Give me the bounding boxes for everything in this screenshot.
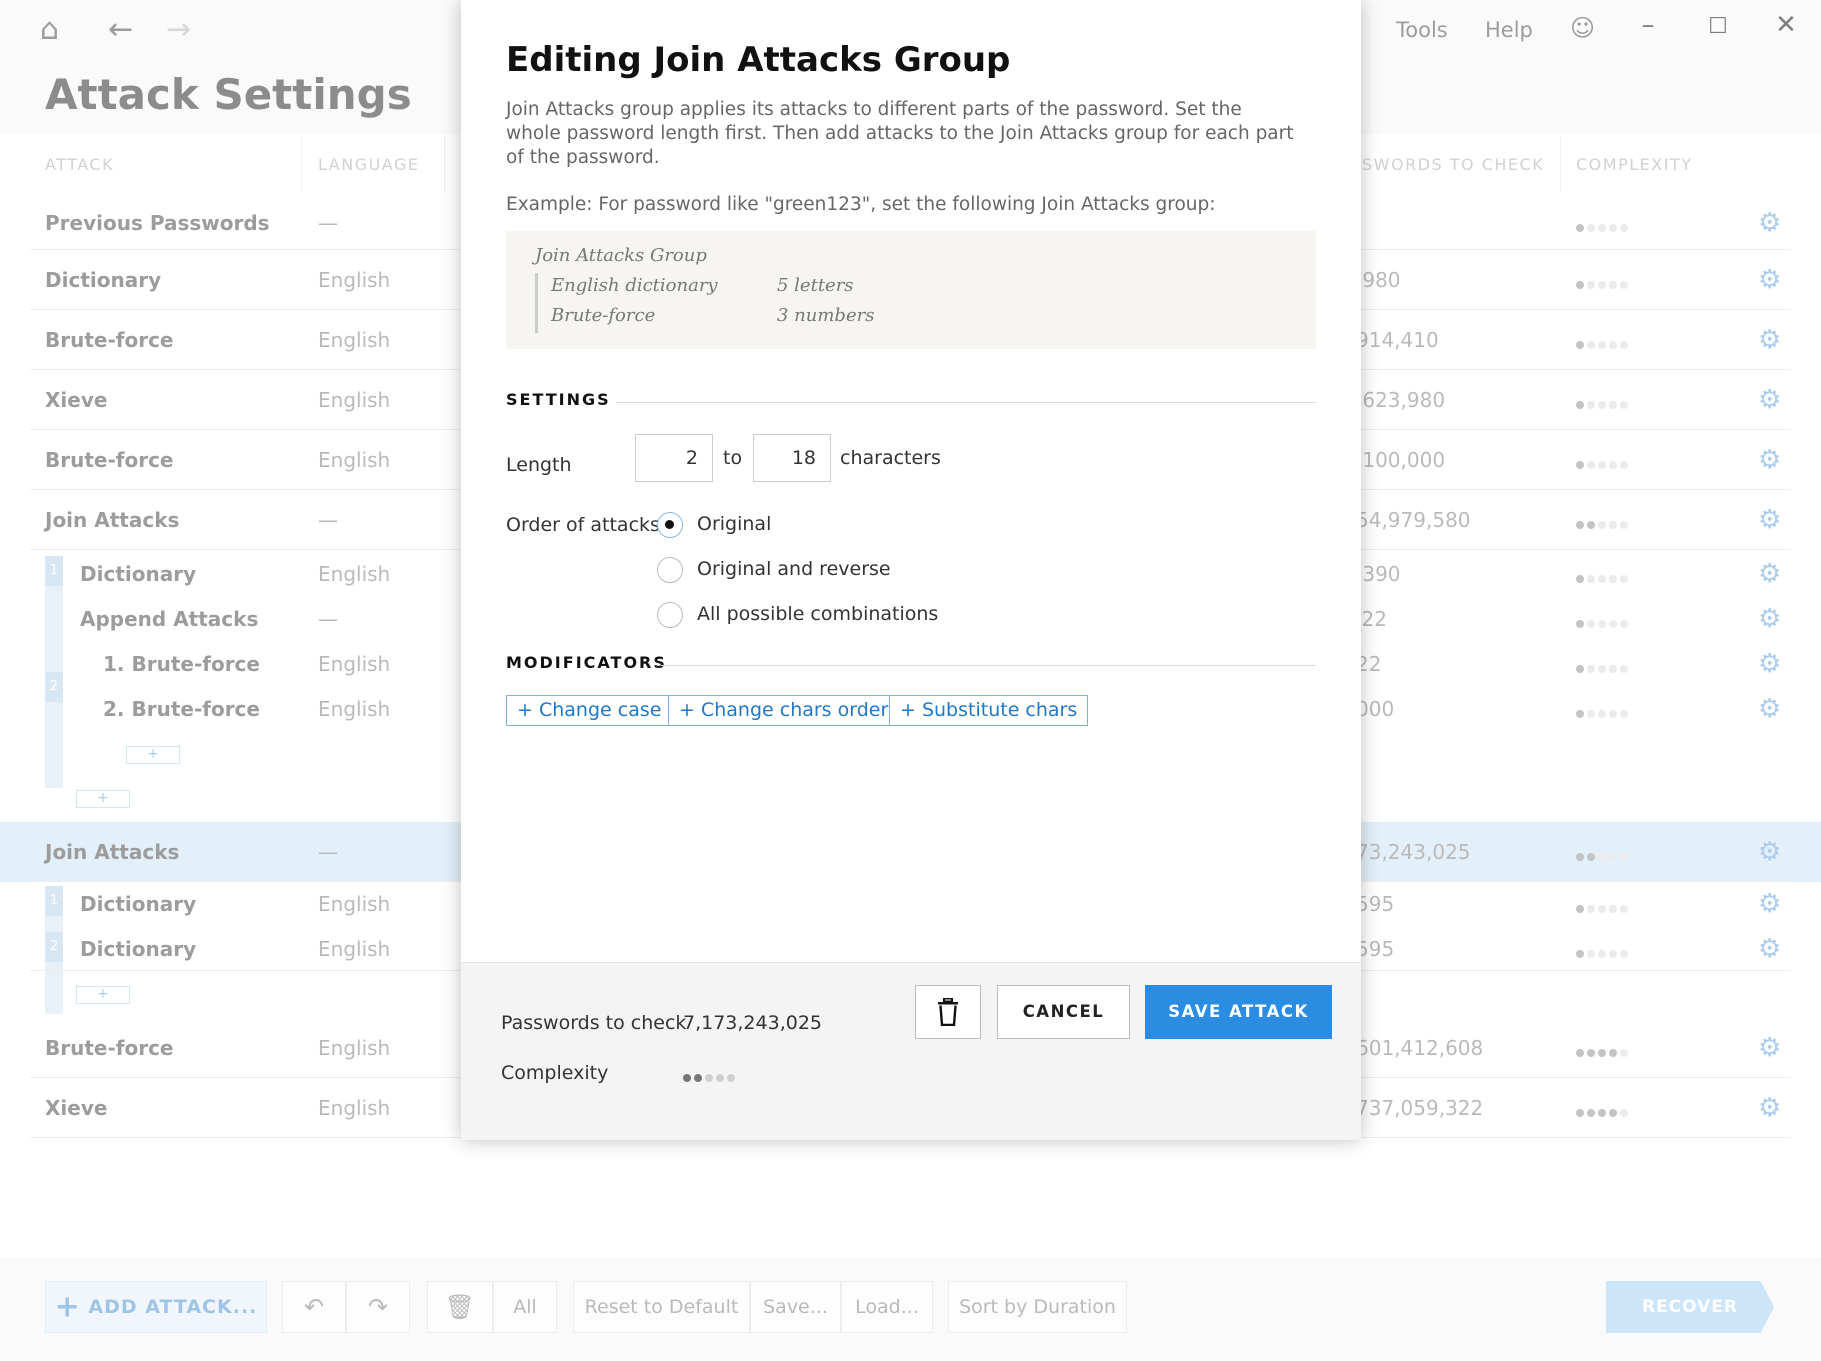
- radio-label: Original and reverse: [697, 558, 891, 580]
- example-group-bar: [535, 273, 538, 333]
- passwords-to-check-value: 7,173,243,025: [683, 1012, 823, 1034]
- complexity-dot: [727, 1073, 735, 1082]
- length-label: Length: [506, 454, 572, 476]
- section-divider: [616, 402, 1316, 403]
- radio-circle[interactable]: [657, 602, 683, 628]
- change-chars-order-button[interactable]: + Change chars order: [668, 695, 900, 726]
- complexity-dot: [716, 1073, 724, 1082]
- substitute-chars-button[interactable]: + Substitute chars: [889, 695, 1089, 726]
- radio-circle[interactable]: [657, 557, 683, 583]
- radio-label: All possible combinations: [697, 603, 939, 625]
- dialog-description: Join Attacks group applies its attacks t…: [506, 99, 1294, 168]
- order-label: Order of attacks:: [506, 514, 667, 536]
- complexity-indicator: [683, 1067, 738, 1086]
- settings-section-title: SETTINGS: [506, 390, 611, 409]
- complexity-dot: [694, 1073, 702, 1082]
- example-group-label: Join Attacks Group: [535, 245, 707, 266]
- example-box: Join Attacks Group English dictionary 5 …: [506, 231, 1316, 349]
- complexity-dot: [705, 1073, 713, 1082]
- length-to-label: to: [723, 447, 743, 469]
- length-to-input[interactable]: 18: [753, 434, 831, 482]
- passwords-to-check-label: Passwords to check: [501, 1012, 687, 1034]
- delete-group-button[interactable]: [915, 985, 981, 1039]
- length-from-input[interactable]: 2: [635, 434, 713, 482]
- example-attack: English dictionary: [551, 275, 718, 296]
- example-detail: 5 letters: [777, 275, 854, 296]
- example-attack: Brute-force: [551, 305, 656, 326]
- radio-label: Original: [697, 513, 772, 535]
- trash-icon: [938, 997, 958, 1027]
- radio-circle[interactable]: [657, 512, 683, 538]
- dialog-footer: Passwords to check 7,173,243,025 Complex…: [461, 962, 1361, 1140]
- complexity-dot: [683, 1073, 691, 1082]
- example-detail: 3 numbers: [777, 305, 875, 326]
- length-unit-label: characters: [840, 447, 941, 469]
- modificators-section-title: MODIFICATORS: [506, 653, 667, 672]
- complexity-label: Complexity: [501, 1062, 609, 1084]
- change-case-button[interactable]: + Change case: [506, 695, 673, 726]
- dialog-title: Editing Join Attacks Group: [506, 40, 1011, 80]
- section-divider: [661, 665, 1316, 666]
- edit-join-attacks-dialog: Editing Join Attacks Group Join Attacks …: [461, 0, 1361, 1140]
- save-attack-button[interactable]: SAVE ATTACK: [1145, 985, 1332, 1039]
- example-intro: Example: For password like "green123", s…: [506, 194, 1216, 215]
- cancel-button[interactable]: CANCEL: [997, 985, 1130, 1039]
